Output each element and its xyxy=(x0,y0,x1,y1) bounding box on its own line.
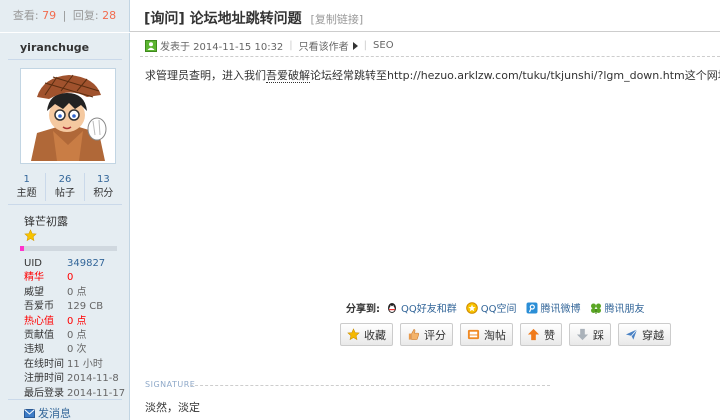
post-meta: 发表于 2014-11-15 10:32 | 只看该作者 | SEO xyxy=(145,38,394,53)
post-body: 求管理员查明，进入我们吾爱破解论坛经常跳转至http://hezuo.arklz… xyxy=(145,69,720,83)
sidebar-divider xyxy=(8,399,122,400)
tray-icon xyxy=(467,329,480,340)
tao-button[interactable]: 淘帖 xyxy=(460,323,513,346)
signature-text: 淡然，淡定 xyxy=(145,401,200,414)
paper-plane-icon xyxy=(625,329,638,340)
share-tencent-weibo[interactable]: 腾讯微博 xyxy=(526,300,581,315)
level-progress-fill xyxy=(20,246,24,251)
only-author-link[interactable]: 只看该作者 xyxy=(299,38,349,53)
profile-row-violations: 违规 0 次 xyxy=(24,344,87,356)
replies-label: 回复: xyxy=(72,9,99,22)
thread-title-row: [询问] 论坛地址跳转问题 [复制链接] xyxy=(144,8,363,28)
profile-row-contribution: 贡献值 0 点 xyxy=(24,329,87,341)
user-rank[interactable]: 锋芒初露 xyxy=(24,213,68,229)
sidebar-divider xyxy=(8,204,122,205)
arrow-up-icon xyxy=(527,328,540,341)
share-qq-friends[interactable]: QQ好友和群 xyxy=(386,300,457,315)
tweibo-icon xyxy=(526,302,537,313)
rate-button[interactable]: 评分 xyxy=(400,323,453,346)
author-profile: UID 349827 精华 0 威望 0 点 吾爱币 129 CB 热心值 0 点 贡献值… xyxy=(24,257,125,401)
signature-label: SIGNATURE xyxy=(145,380,196,389)
pass-button[interactable]: 穿越 xyxy=(618,323,671,346)
copy-link-button[interactable]: [复制链接] xyxy=(311,13,364,26)
views-label: 查看: xyxy=(12,9,39,22)
profile-row-enthusiasm: 热心值 0 点 xyxy=(24,315,87,327)
replies-count: 28 xyxy=(102,9,117,22)
share-label: 分享到: xyxy=(346,304,380,315)
share-tencent-pengyou[interactable]: 腾讯朋友 xyxy=(590,300,645,315)
level-progress-bar xyxy=(20,246,117,251)
share-qzone[interactable]: QQ空间 xyxy=(465,300,517,315)
profile-row-registered: 注册时间 2014-11-8 xyxy=(24,373,119,385)
signature-divider xyxy=(190,385,550,386)
thread-stats: 查看: 79 | 回复: 28 xyxy=(0,0,130,32)
profile-row-coins: 吾爱币 129 CB xyxy=(24,301,104,313)
author-counts: 1 主题 26 帖子 13 积分 xyxy=(8,173,122,201)
profile-row-prestige: 威望 0 点 xyxy=(24,286,87,298)
views-count: 79 xyxy=(42,9,57,22)
send-message-link[interactable]: 发消息 xyxy=(24,405,71,420)
share-bar: 分享到: QQ好友和群 QQ空间 腾讯微博 腾讯朋友 xyxy=(346,300,654,315)
count-topics[interactable]: 1 主题 xyxy=(8,173,45,201)
count-credits[interactable]: 13 积分 xyxy=(83,173,122,201)
profile-row-digest: 精华 0 xyxy=(24,272,74,284)
qq-icon xyxy=(388,302,396,313)
post-date: 发表于 2014-11-15 10:32 xyxy=(160,42,284,53)
star-icon xyxy=(347,328,360,341)
pengyou-icon xyxy=(590,303,601,314)
thumb-icon xyxy=(408,329,420,340)
count-posts[interactable]: 26 帖子 xyxy=(45,173,83,201)
thread-header: 查看: 79 | 回复: 28 [询问] 论坛地址跳转问题 [复制链接] xyxy=(0,0,720,32)
seo-link[interactable]: SEO xyxy=(373,40,394,51)
like-button[interactable]: 赞 xyxy=(520,323,562,346)
meta-divider xyxy=(140,56,720,57)
online-status-icon xyxy=(145,39,157,52)
avatar[interactable] xyxy=(20,68,116,164)
keyword-link[interactable]: 吾爱破解 xyxy=(266,69,310,83)
profile-row-online-time: 在线时间 11 小时 xyxy=(24,358,103,370)
favorite-button[interactable]: 收藏 xyxy=(340,323,393,346)
star-icon xyxy=(24,229,37,242)
author-username[interactable]: yiranchuge xyxy=(20,41,89,54)
caret-right-icon xyxy=(352,41,358,50)
profile-row-uid: UID 349827 xyxy=(24,258,106,269)
send-message-label: 发消息 xyxy=(38,407,71,420)
avatar-image xyxy=(23,71,113,161)
arrow-down-icon xyxy=(576,328,589,341)
author-sidebar: yiranchuge 1 主题 26 帖子 13 积分 锋芒初露 UID 349… xyxy=(0,33,130,420)
dislike-button[interactable]: 踩 xyxy=(569,323,611,346)
qzone-icon xyxy=(465,301,478,314)
post-actions: 收藏 评分 淘帖 赞 踩 穿越 xyxy=(340,323,678,346)
thread-title: [询问] 论坛地址跳转问题 xyxy=(144,11,302,27)
sidebar-divider xyxy=(8,59,122,60)
mail-icon xyxy=(24,408,35,418)
